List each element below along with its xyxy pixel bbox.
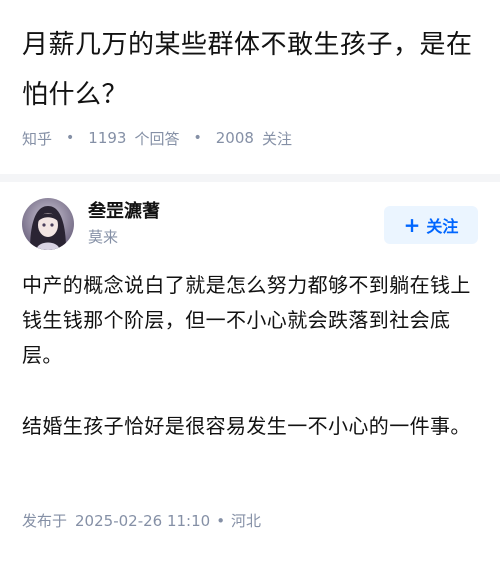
follow-label: 关注 <box>426 217 459 236</box>
separator-dot: • <box>66 130 75 146</box>
author-row: 叁罡瀌蓍 莫来 + 关注 <box>22 196 478 252</box>
followers-label: 关注 <box>261 129 292 148</box>
published-time: 2025-02-26 11:10 <box>75 511 211 530</box>
followers-count: 2008 <box>215 129 254 147</box>
answer-body[interactable]: 中产的概念说白了就是怎么努力都够不到躺在钱上钱生钱那个阶层，但一不小心就会跌落到… <box>22 268 480 444</box>
published-prefix: 发布于 <box>22 512 68 530</box>
answers-count: 1193 <box>88 129 127 147</box>
question-title[interactable]: 月薪几万的某些群体不敢生孩子，是在怕什么？ <box>22 20 478 120</box>
author-bio: 莫来 <box>88 228 119 246</box>
avatar[interactable] <box>22 198 74 250</box>
answer-card: 叁罡瀌蓍 莫来 + 关注 中产的概念说白了就是怎么努力都够不到躺在钱上钱生钱那个… <box>0 182 500 568</box>
question-meta: 知乎 • 1193 个回答 • 2008 关注 <box>22 124 292 152</box>
answer-paragraph: 结婚生孩子恰好是很容易发生一不小心的一件事。 <box>22 414 471 438</box>
location: 河北 <box>231 512 262 530</box>
follow-button[interactable]: + 关注 <box>384 206 478 244</box>
author-name[interactable]: 叁罡瀌蓍 <box>88 199 160 225</box>
publish-meta: 发布于 2025-02-26 11:10 • 河北 <box>22 510 261 531</box>
author-info: 叁罡瀌蓍 莫来 <box>88 199 160 249</box>
source-label[interactable]: 知乎 <box>22 128 52 149</box>
separator-dot: • <box>193 130 202 146</box>
plus-icon: + <box>403 213 421 237</box>
answers-label: 个回答 <box>134 129 180 148</box>
separator-dot: • <box>216 511 226 530</box>
question-card: 月薪几万的某些群体不敢生孩子，是在怕什么？ 知乎 • 1193 个回答 • 20… <box>0 0 500 174</box>
answer-paragraph: 中产的概念说白了就是怎么努力都够不到躺在钱上钱生钱那个阶层，但一不小心就会跌落到… <box>22 273 471 367</box>
